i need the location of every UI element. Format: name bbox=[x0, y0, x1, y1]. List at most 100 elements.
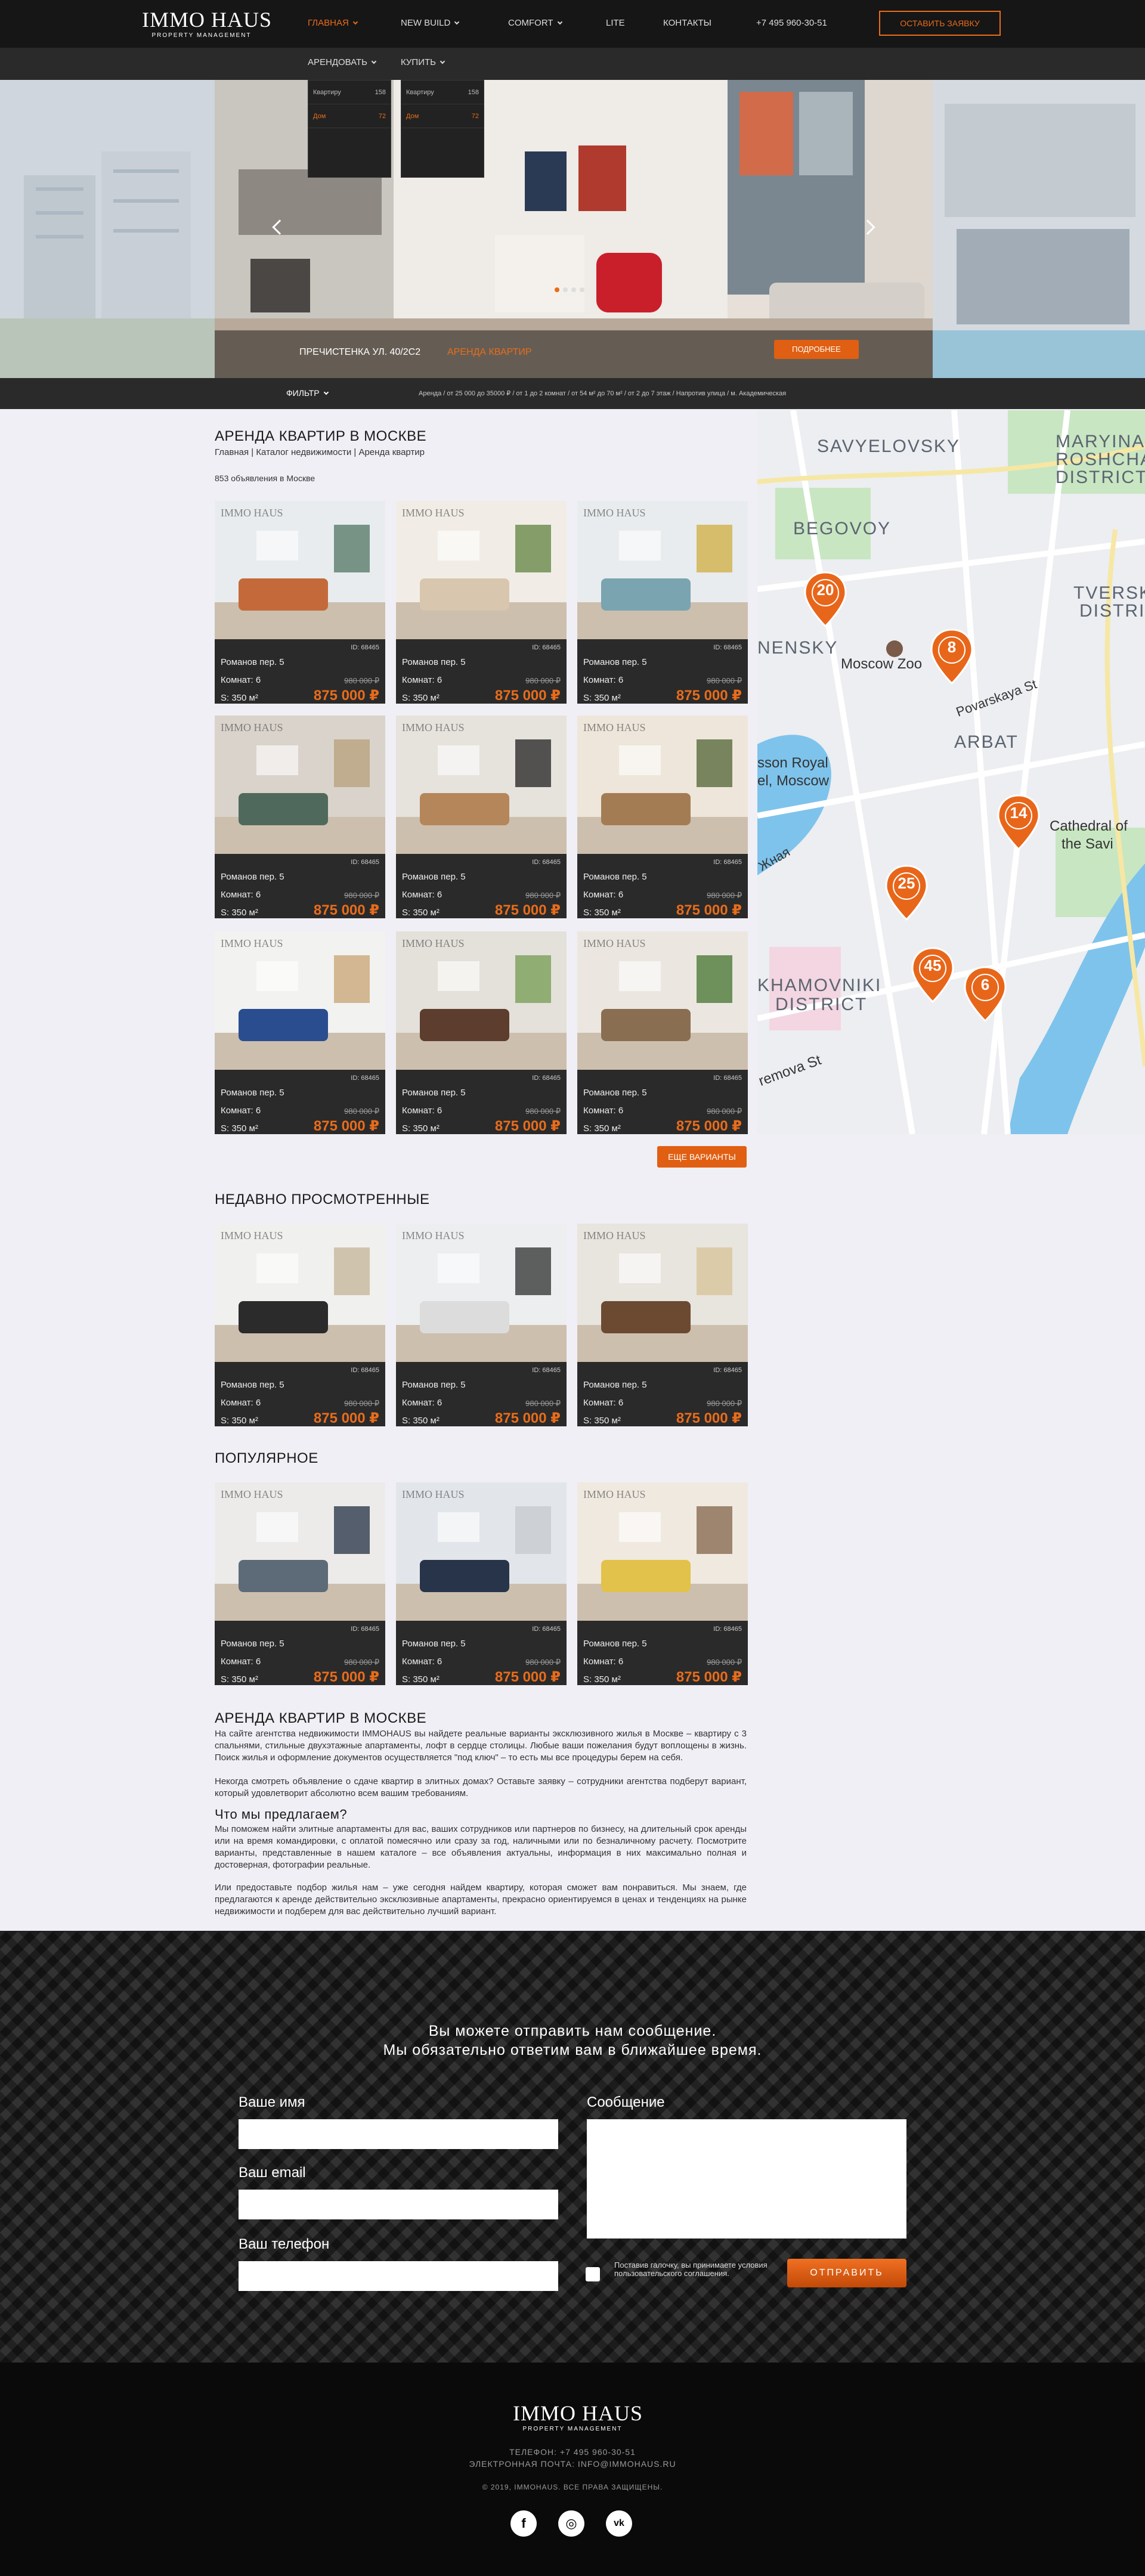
map-pin-count: 6 bbox=[980, 976, 990, 993]
listing-old-price: 980 000 ₽ bbox=[525, 676, 561, 685]
chevron-down-icon bbox=[557, 19, 562, 25]
listing-card[interactable]: IMMO HAUS ID: 68465 Романов пер. 5 Комнат: … bbox=[215, 1224, 385, 1426]
listing-card[interactable]: IMMO HAUS ID: 68465 Романов пер. 5 Комнат: … bbox=[396, 1482, 567, 1685]
filter-toggle[interactable]: ФИЛЬТР bbox=[286, 388, 329, 398]
vk-icon[interactable]: vk bbox=[606, 2510, 632, 2537]
listing-watermark: IMMO HAUS bbox=[221, 1230, 283, 1241]
map-pin[interactable]: 14 bbox=[996, 794, 1041, 851]
listing-photo[interactable]: IMMO HAUS bbox=[396, 501, 567, 639]
listing-card[interactable]: IMMO HAUS ID: 68465 Романов пер. 5 Комнат: … bbox=[577, 931, 748, 1134]
listing-photo[interactable]: IMMO HAUS bbox=[577, 931, 748, 1070]
map-pin[interactable]: 8 bbox=[929, 628, 974, 685]
listing-price: 875 000 ₽ bbox=[494, 688, 561, 704]
listing-card[interactable]: IMMO HAUS ID: 68465 Романов пер. 5 Комнат: … bbox=[215, 1482, 385, 1685]
listing-photo[interactable]: IMMO HAUS bbox=[577, 501, 748, 639]
listing-photo[interactable]: IMMO HAUS bbox=[396, 1224, 567, 1362]
seo-subtitle: Что мы предлагаем? bbox=[215, 1807, 348, 1822]
nav-phone[interactable]: +7 495 960-30-51 bbox=[756, 18, 827, 28]
map-pin[interactable]: 6 bbox=[963, 966, 1008, 1023]
map-label: TVERSKO bbox=[1073, 583, 1145, 603]
map-pin[interactable]: 25 bbox=[884, 865, 929, 921]
dropdown-rent-house[interactable]: Дом 72 bbox=[308, 104, 391, 128]
more-listings-button[interactable]: ЕЩЕ ВАРИАНТЫ bbox=[657, 1146, 747, 1168]
footer-phone[interactable]: ТЕЛЕФОН: +7 495 960-30-51 bbox=[0, 2447, 1145, 2457]
nav-new-build-label: NEW BUILD bbox=[401, 18, 451, 28]
dropdown-item-label: Дом bbox=[406, 113, 419, 120]
dropdown-item-label: Дом bbox=[313, 113, 326, 120]
listing-watermark: IMMO HAUS bbox=[583, 722, 646, 733]
listing-price: 875 000 ₽ bbox=[494, 1118, 561, 1134]
listing-photo[interactable]: IMMO HAUS bbox=[215, 1482, 385, 1621]
request-button[interactable]: ОСТАВИТЬ ЗАЯВКУ bbox=[879, 11, 1001, 36]
listing-photo[interactable]: IMMO HAUS bbox=[396, 1482, 567, 1621]
dropdown-buy-flat[interactable]: Квартиру 158 bbox=[401, 80, 484, 104]
listing-card[interactable]: IMMO HAUS ID: 68465 Романов пер. 5 Комнат: … bbox=[577, 501, 748, 704]
dropdown-item-label: Квартиру bbox=[406, 89, 434, 96]
slide-dot-1[interactable] bbox=[555, 287, 559, 292]
listing-id: ID: 68465 bbox=[351, 1367, 379, 1374]
map-label: sson Royal bbox=[757, 755, 828, 771]
message-textarea[interactable] bbox=[587, 2119, 906, 2238]
footer-logo[interactable]: IMMO HAUS PROPERTY MANAGEMENT bbox=[513, 2402, 642, 2432]
listing-card[interactable]: IMMO HAUS ID: 68465 Романов пер. 5 Комнат: … bbox=[396, 716, 567, 918]
listing-card[interactable]: IMMO HAUS ID: 68465 Романов пер. 5 Комнат: … bbox=[396, 501, 567, 704]
footer-email[interactable]: ЭЛЕКТРОННАЯ ПОЧТА: INFO@IMMOHAUS.RU bbox=[0, 2459, 1145, 2469]
send-button[interactable]: ОТПРАВИТЬ bbox=[787, 2259, 906, 2287]
listing-photo[interactable]: IMMO HAUS bbox=[215, 1224, 385, 1362]
map-pin-count: 45 bbox=[924, 956, 942, 974]
listing-photo[interactable]: IMMO HAUS bbox=[577, 1482, 748, 1621]
email-input[interactable] bbox=[239, 2190, 558, 2219]
logo-main: IMMO HAUS bbox=[142, 8, 273, 32]
nav-comfort[interactable]: COMFORT bbox=[508, 18, 562, 28]
dropdown-buy-house[interactable]: Дом 72 bbox=[401, 104, 484, 128]
listing-card[interactable]: IMMO HAUS ID: 68465 Романов пер. 5 Комнат: … bbox=[396, 931, 567, 1134]
slide-dot-2[interactable] bbox=[563, 287, 568, 292]
listing-old-price: 980 000 ₽ bbox=[344, 1107, 379, 1116]
listing-photo[interactable]: IMMO HAUS bbox=[577, 716, 748, 854]
logo[interactable]: IMMO HAUS PROPERTY MANAGEMENT bbox=[142, 8, 273, 39]
listing-watermark: IMMO HAUS bbox=[402, 1230, 465, 1241]
listing-card[interactable]: IMMO HAUS ID: 68465 Романов пер. 5 Комнат: … bbox=[215, 716, 385, 918]
listing-card[interactable]: IMMO HAUS ID: 68465 Романов пер. 5 Комнат: … bbox=[215, 931, 385, 1134]
listing-card[interactable]: IMMO HAUS ID: 68465 Романов пер. 5 Комнат: … bbox=[215, 501, 385, 704]
listing-card[interactable]: IMMO HAUS ID: 68465 Романов пер. 5 Комнат: … bbox=[577, 1482, 748, 1685]
listing-price: 875 000 ₽ bbox=[676, 688, 742, 704]
listing-price: 875 000 ₽ bbox=[676, 1669, 742, 1685]
listing-photo[interactable]: IMMO HAUS bbox=[396, 716, 567, 854]
listing-id: ID: 68465 bbox=[532, 1367, 561, 1374]
listing-photo[interactable]: IMMO HAUS bbox=[396, 931, 567, 1070]
listing-card[interactable]: IMMO HAUS ID: 68465 Романов пер. 5 Комнат: … bbox=[396, 1224, 567, 1426]
listing-card[interactable]: IMMO HAUS ID: 68465 Романов пер. 5 Комнат: … bbox=[577, 716, 748, 918]
slide-dot-3[interactable] bbox=[571, 287, 576, 292]
listing-old-price: 980 000 ₽ bbox=[344, 891, 379, 900]
slide-type[interactable]: АРЕНДА КВАРТИР bbox=[447, 347, 532, 358]
phone-input[interactable] bbox=[239, 2261, 558, 2291]
listing-photo[interactable]: IMMO HAUS bbox=[215, 716, 385, 854]
listing-photo[interactable]: IMMO HAUS bbox=[215, 931, 385, 1070]
nav-home[interactable]: ГЛАВНАЯ bbox=[308, 18, 358, 28]
map[interactable]: SAVYELOVSKY MARYINA ROSHCHA DISTRICT BEG… bbox=[757, 410, 1145, 1134]
filter-bar: ФИЛЬТР Аренда / от 25 000 до 35000 ₽ / о… bbox=[0, 378, 1145, 409]
dropdown-rent-flat[interactable]: Квартиру 158 bbox=[308, 80, 391, 104]
listing-photo[interactable]: IMMO HAUS bbox=[577, 1224, 748, 1362]
listing-photo[interactable]: IMMO HAUS bbox=[215, 501, 385, 639]
slide-more-button[interactable]: ПОДРОБНЕЕ bbox=[774, 340, 859, 359]
map-pin[interactable]: 45 bbox=[910, 947, 955, 1004]
breadcrumb[interactable]: Главная | Каталог недвижимости | Аренда … bbox=[215, 447, 425, 457]
slide-dot-4[interactable] bbox=[580, 287, 584, 292]
listing-watermark: IMMO HAUS bbox=[221, 722, 283, 733]
nav-lite[interactable]: LITE bbox=[606, 18, 625, 28]
map-pin[interactable]: 20 bbox=[803, 571, 848, 628]
nav-home-label: ГЛАВНАЯ bbox=[308, 18, 349, 28]
subnav-buy[interactable]: КУПИТЬ bbox=[401, 57, 445, 67]
instagram-icon[interactable]: ◎ bbox=[558, 2510, 584, 2537]
listing-card[interactable]: IMMO HAUS ID: 68465 Романов пер. 5 Комнат: … bbox=[577, 1224, 748, 1426]
name-input[interactable] bbox=[239, 2119, 558, 2149]
listing-old-price: 980 000 ₽ bbox=[525, 891, 561, 900]
nav-contacts[interactable]: КОНТАКТЫ bbox=[663, 18, 711, 28]
listing-old-price: 980 000 ₽ bbox=[525, 1399, 561, 1408]
facebook-icon[interactable]: f bbox=[510, 2510, 537, 2537]
nav-new-build[interactable]: NEW BUILD bbox=[401, 18, 460, 28]
agree-checkbox[interactable] bbox=[586, 2267, 600, 2281]
subnav-rent[interactable]: АРЕНДОВАТЬ bbox=[308, 57, 377, 67]
